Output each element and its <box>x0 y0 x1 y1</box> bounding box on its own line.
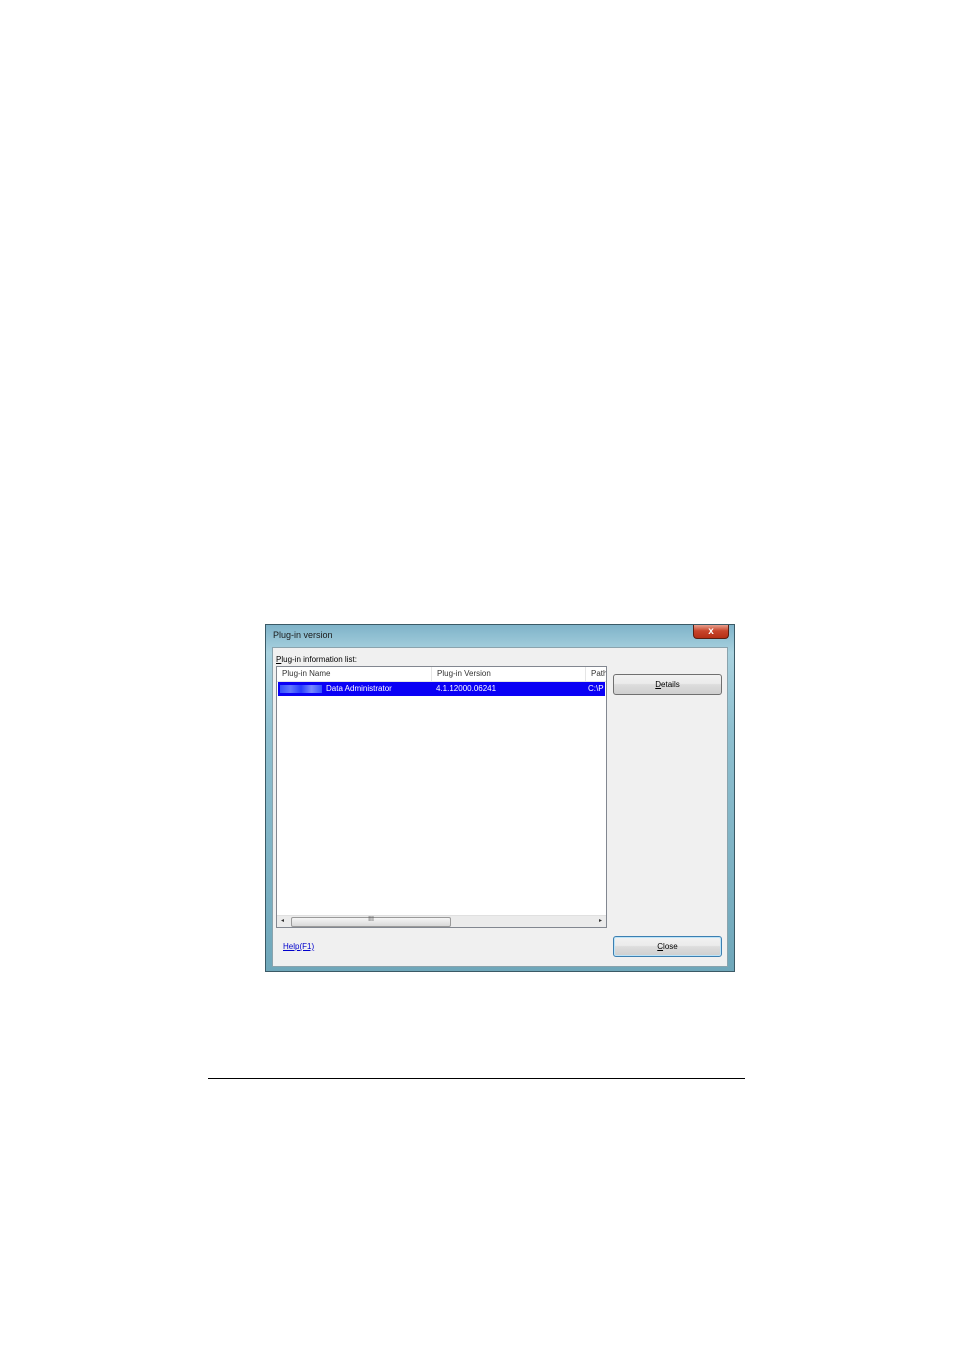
close-button[interactable]: Close <box>613 936 722 957</box>
window-close-button[interactable]: x <box>693 625 729 639</box>
table-row[interactable]: Data Administrator 4.1.12000.06241 C:\P <box>278 682 605 696</box>
column-header-path[interactable]: Path <box>586 667 606 681</box>
list-header: Plug-in Name Plug-in Version Path <box>277 667 606 682</box>
scroll-right-icon[interactable]: ▸ <box>595 916 606 927</box>
column-header-plugin-version[interactable]: Plug-in Version <box>432 667 586 681</box>
cell-plugin-version: 4.1.12000.06241 <box>436 684 497 693</box>
cell-plugin-name: Data Administrator <box>326 684 392 693</box>
dialog-body: Plug-in information list: Plug-in Name P… <box>272 647 728 967</box>
scrollbar-thumb[interactable]: III <box>291 916 451 927</box>
help-link[interactable]: Help(F1) <box>283 942 314 951</box>
grip-icon: III <box>368 916 374 923</box>
plugin-list[interactable]: Plug-in Name Plug-in Version Path Data A… <box>276 666 607 928</box>
plugin-version-dialog: Plug-in version x Plug-in information li… <box>265 624 735 972</box>
plugin-list-label: Plug-in information list: <box>276 655 357 664</box>
page-divider <box>208 1078 745 1079</box>
details-button[interactable]: Details <box>613 674 722 695</box>
horizontal-scrollbar[interactable]: ◂ III ▸ <box>277 915 606 927</box>
close-icon: x <box>708 626 714 637</box>
column-header-plugin-name[interactable]: Plug-in Name <box>277 667 432 681</box>
scroll-left-icon[interactable]: ◂ <box>277 916 288 927</box>
window-title: Plug-in version <box>273 630 333 640</box>
title-bar[interactable]: Plug-in version x <box>266 625 734 647</box>
obscured-product-name <box>280 685 322 693</box>
cell-path: C:\P <box>588 684 604 693</box>
